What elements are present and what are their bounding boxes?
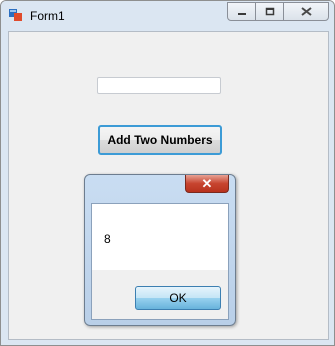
message-box-close-button[interactable]: ✕: [185, 175, 229, 193]
window-close-button[interactable]: [283, 2, 329, 21]
restore-icon: [265, 7, 274, 16]
message-area: 8: [92, 204, 228, 270]
number-input[interactable]: [97, 77, 221, 94]
app-icon: [9, 9, 22, 21]
minimize-button[interactable]: [227, 2, 256, 21]
message-text: 8: [104, 232, 111, 246]
form1-window: Form1 Add Two Numbers ✕ 8 OK: [0, 0, 335, 346]
form-client-area: Add Two Numbers ✕ 8 OK: [8, 31, 329, 340]
close-icon: ✕: [201, 175, 213, 191]
message-box-body: 8 OK: [91, 203, 229, 320]
title-bar[interactable]: Form1: [1, 1, 334, 31]
add-two-numbers-button[interactable]: Add Two Numbers: [98, 125, 222, 155]
window-title: Form1: [30, 9, 65, 23]
ok-button[interactable]: OK: [135, 286, 221, 310]
message-box: ✕ 8 OK: [84, 174, 236, 326]
restore-button[interactable]: [255, 2, 284, 21]
caption-buttons: [227, 2, 329, 21]
minimize-icon: [237, 12, 246, 15]
close-icon: [300, 7, 312, 16]
